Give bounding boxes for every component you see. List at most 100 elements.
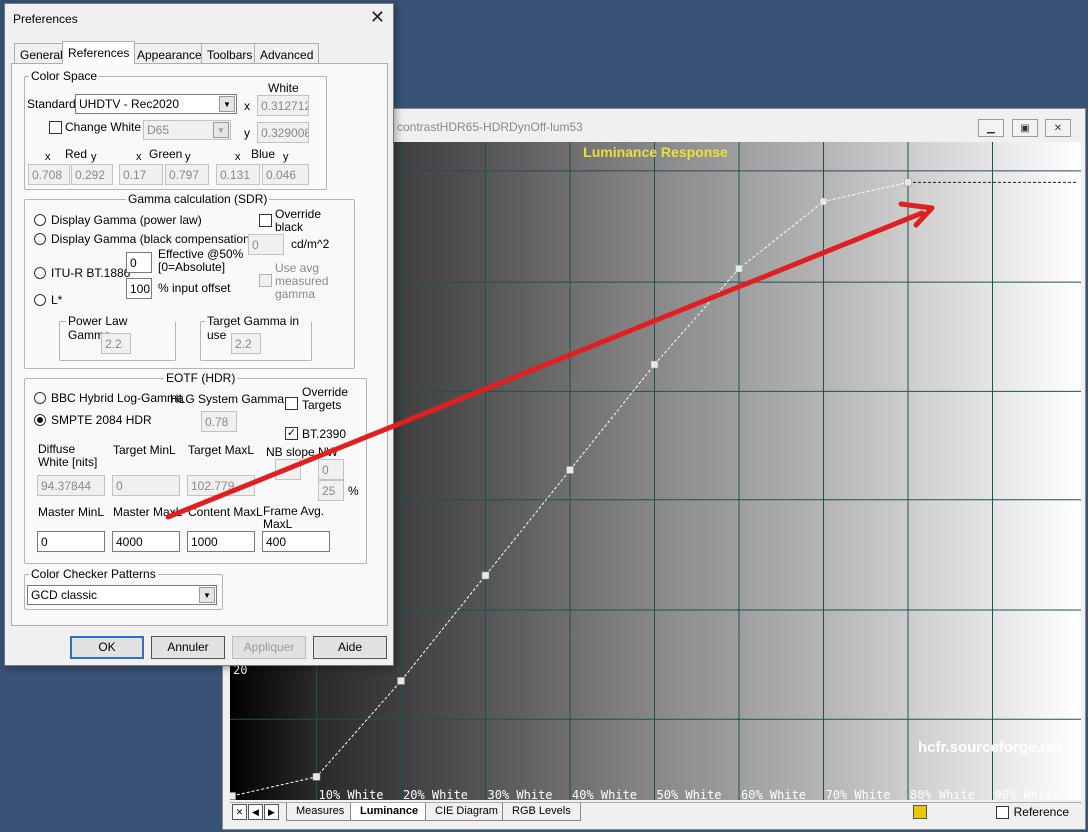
cancel-button[interactable]: Annuler (151, 636, 225, 659)
gamma-lstar-label: L* (51, 293, 63, 307)
color-checker-value: GCD classic (31, 588, 98, 602)
group-title: Gamma calculation (SDR) (126, 192, 270, 206)
nb-slope-field[interactable] (275, 459, 301, 480)
data-point (481, 571, 490, 580)
override-targets-checkbox[interactable] (285, 397, 298, 410)
green-label: Green (149, 147, 183, 161)
close-icon: ✕ (1053, 122, 1063, 134)
blue-label: Blue (251, 147, 276, 161)
green-y-field[interactable]: 0.797 (165, 164, 209, 185)
power-law-group: Power Law Gamma 2.2 (59, 314, 176, 361)
blue-y-field[interactable]: 0.046 (262, 164, 309, 185)
red-x-field[interactable]: 0.708 (28, 164, 70, 185)
tab-luminance[interactable]: Luminance (350, 803, 429, 821)
standard-label: Standard: (27, 97, 80, 111)
x-tick-label: 50% White (656, 788, 722, 802)
x-tick-label: 20% White (403, 788, 469, 802)
change-white-checkbox[interactable] (49, 121, 62, 134)
master-minl-label: Master MinL (38, 505, 105, 519)
gamma-lstar-radio[interactable] (34, 294, 46, 306)
chevron-down-icon: ▼ (213, 122, 229, 138)
data-point (397, 677, 405, 685)
standard-select[interactable]: UHDTV - Rec2020 ▼ (75, 94, 237, 114)
frame-avg-field[interactable]: 400 (262, 531, 330, 552)
minimize-icon: ▁ (987, 122, 995, 134)
green-x-field[interactable]: 0.17 (119, 164, 163, 185)
red-x-label: x (45, 151, 51, 163)
white-x-field[interactable]: 0.312712 (257, 95, 309, 116)
close-icon: ✕ (369, 7, 385, 27)
tab-measures[interactable]: Measures (286, 803, 355, 821)
master-maxl-field[interactable]: 4000 (112, 531, 180, 552)
tab-appearance[interactable]: Appearance (131, 43, 208, 63)
close-chart-button[interactable]: ✕ (1045, 119, 1071, 137)
help-button[interactable]: Aide (313, 636, 387, 659)
left-arrow-icon: ◀ (252, 806, 259, 817)
power-law-field[interactable]: 2.2 (101, 333, 131, 354)
use-avg-checkbox[interactable] (259, 274, 272, 287)
offset-label: % input offset (158, 281, 231, 295)
tab-cie-diagram[interactable]: CIE Diagram (425, 803, 508, 821)
data-point (230, 792, 236, 800)
status-icon (913, 805, 927, 819)
tab-rgb-levels[interactable]: RGB Levels (502, 803, 581, 821)
tab-general[interactable]: General (14, 43, 69, 63)
red-y-field[interactable]: 0.292 (71, 164, 113, 185)
target-maxl-field[interactable]: 102.779 (187, 475, 255, 496)
prev-tab-button[interactable]: ◀ (248, 804, 263, 820)
target-minl-label: Target MinL (113, 443, 176, 457)
tab-references[interactable]: References (62, 41, 136, 64)
white-preset-value: D65 (147, 123, 170, 137)
tab-toolbars[interactable]: Toolbars (201, 43, 259, 63)
next-tab-button[interactable]: ▶ (264, 804, 279, 820)
bt2390-checkbox[interactable]: ✓ (285, 427, 298, 440)
reference-toggle[interactable]: Reference (995, 805, 1069, 819)
restore-icon: ▣ (1020, 122, 1030, 134)
target-maxl-label: Target MaxL (188, 443, 255, 457)
reference-checkbox[interactable] (995, 805, 1009, 819)
nb-slope-label: NB slope (266, 445, 315, 459)
minimize-button[interactable]: ▁ (978, 119, 1004, 137)
right-arrow-icon: ▶ (268, 806, 275, 817)
ok-button[interactable]: OK (70, 636, 144, 659)
x-tick-label: 40% White (572, 788, 638, 802)
standard-value: UHDTV - Rec2020 (79, 97, 180, 111)
gamma-power-radio[interactable] (34, 214, 46, 226)
reference-label: Reference (1013, 805, 1069, 819)
pct-field[interactable]: 25 (318, 480, 344, 501)
color-checker-select[interactable]: GCD classic ▼ (27, 585, 217, 605)
pq-radio[interactable] (34, 414, 46, 426)
target-minl-field[interactable]: 0 (112, 475, 180, 496)
gamma-bt1886-radio[interactable] (34, 267, 46, 279)
hlg-system-gamma-field[interactable]: 0.78 (201, 411, 237, 432)
hlg-radio[interactable] (34, 392, 46, 404)
nw-field[interactable]: 0 (318, 459, 344, 480)
red-label: Red (65, 147, 88, 161)
content-maxl-field[interactable]: 1000 (187, 531, 255, 552)
gamma-black-radio[interactable] (34, 233, 46, 245)
offset-field[interactable]: 100 (126, 278, 152, 299)
apply-button[interactable]: Appliquer (232, 636, 306, 659)
override-black-field[interactable]: 0 (248, 234, 284, 255)
white-label: White (268, 81, 299, 95)
close-dialog-button[interactable]: ✕ (370, 7, 385, 28)
blue-x-field[interactable]: 0.131 (216, 164, 260, 185)
color-space-group: Color Space Standard: UHDTV - Rec2020 ▼ … (24, 69, 327, 190)
override-black-checkbox[interactable] (259, 214, 272, 227)
preferences-dialog: Preferences ✕ General References Appeara… (4, 3, 394, 666)
hlg-system-gamma-label: HLG System Gamma (170, 392, 285, 406)
master-maxl-label: Master MaxL (113, 505, 183, 519)
tab-advanced[interactable]: Advanced (254, 43, 320, 63)
diffuse-white-field[interactable]: 94.37844 (37, 475, 105, 496)
gamma-bt1886-label: ITU-R BT.1886 (51, 266, 131, 280)
master-minl-field[interactable]: 0 (37, 531, 105, 552)
target-gamma-field[interactable]: 2.2 (231, 333, 261, 354)
white-preset-select[interactable]: D65 ▼ (143, 120, 231, 140)
white-y-field[interactable]: 0.329008 (257, 122, 309, 143)
x-tick-label: 30% White (487, 788, 553, 802)
blue-y-label: y (283, 151, 289, 163)
effective-field[interactable]: 0 (126, 252, 152, 273)
group-title: Color Checker Patterns (29, 567, 158, 581)
restore-button[interactable]: ▣ (1012, 119, 1038, 137)
close-tab-button[interactable]: ✕ (232, 804, 247, 820)
